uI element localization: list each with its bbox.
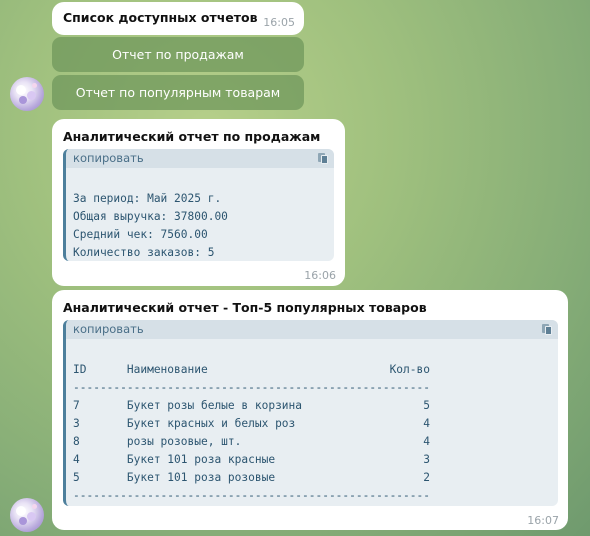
sales-report-message: Аналитический отчет по продажам копирова… bbox=[52, 119, 345, 286]
code-block-header: копировать bbox=[66, 320, 558, 339]
code-line: 4 Букет 101 роза красные 3 bbox=[73, 453, 430, 466]
reports-list-message: Список доступных отчетов 16:05 bbox=[52, 2, 304, 35]
message-time: 16:07 bbox=[527, 514, 559, 527]
copy-label[interactable]: копировать bbox=[73, 151, 144, 165]
code-line: 3 Букет красных и белых роз 4 bbox=[73, 417, 430, 430]
sales-report-button[interactable]: Отчет по продажам bbox=[52, 37, 304, 72]
code-line: ----------------------------------------… bbox=[73, 489, 430, 502]
code-line: Количество заказов: 5 bbox=[73, 246, 215, 259]
message-title: Аналитический отчет по продажам bbox=[63, 129, 321, 144]
copy-label[interactable]: копировать bbox=[73, 322, 144, 336]
bot-avatar[interactable] bbox=[10, 77, 44, 111]
popular-products-report-message: Аналитический отчет - Топ-5 популярных т… bbox=[52, 290, 568, 530]
code-line: Средний чек: 7560.00 bbox=[73, 228, 208, 241]
code-line: Общая выручка: 37800.00 bbox=[73, 210, 228, 223]
message-time: 16:05 bbox=[263, 16, 295, 29]
copy-icon[interactable] bbox=[318, 153, 328, 164]
code-line: 5 Букет 101 роза розовые 2 bbox=[73, 471, 430, 484]
code-line: 8 розы розовые, шт. 4 bbox=[73, 435, 430, 448]
code-line: ----------------------------------------… bbox=[73, 381, 430, 394]
code-line: За период: Май 2025 г. bbox=[73, 192, 222, 205]
code-line: 7 Букет розы белые в корзина 5 bbox=[73, 399, 430, 412]
message-title: Аналитический отчет - Топ-5 популярных т… bbox=[63, 300, 427, 315]
copy-icon[interactable] bbox=[542, 324, 552, 335]
popular-products-report-button[interactable]: Отчет по популярным товарам bbox=[52, 75, 304, 110]
code-block: копировать ID Наименование Кол-во ------… bbox=[63, 320, 558, 506]
code-block-header: копировать bbox=[66, 149, 334, 168]
code-line: ID Наименование Кол-во bbox=[73, 363, 430, 376]
message-time: 16:06 bbox=[304, 269, 336, 282]
bot-avatar[interactable] bbox=[10, 498, 44, 532]
code-block: копировать За период: Май 2025 г. Общая … bbox=[63, 149, 334, 261]
message-title: Список доступных отчетов bbox=[63, 10, 258, 25]
